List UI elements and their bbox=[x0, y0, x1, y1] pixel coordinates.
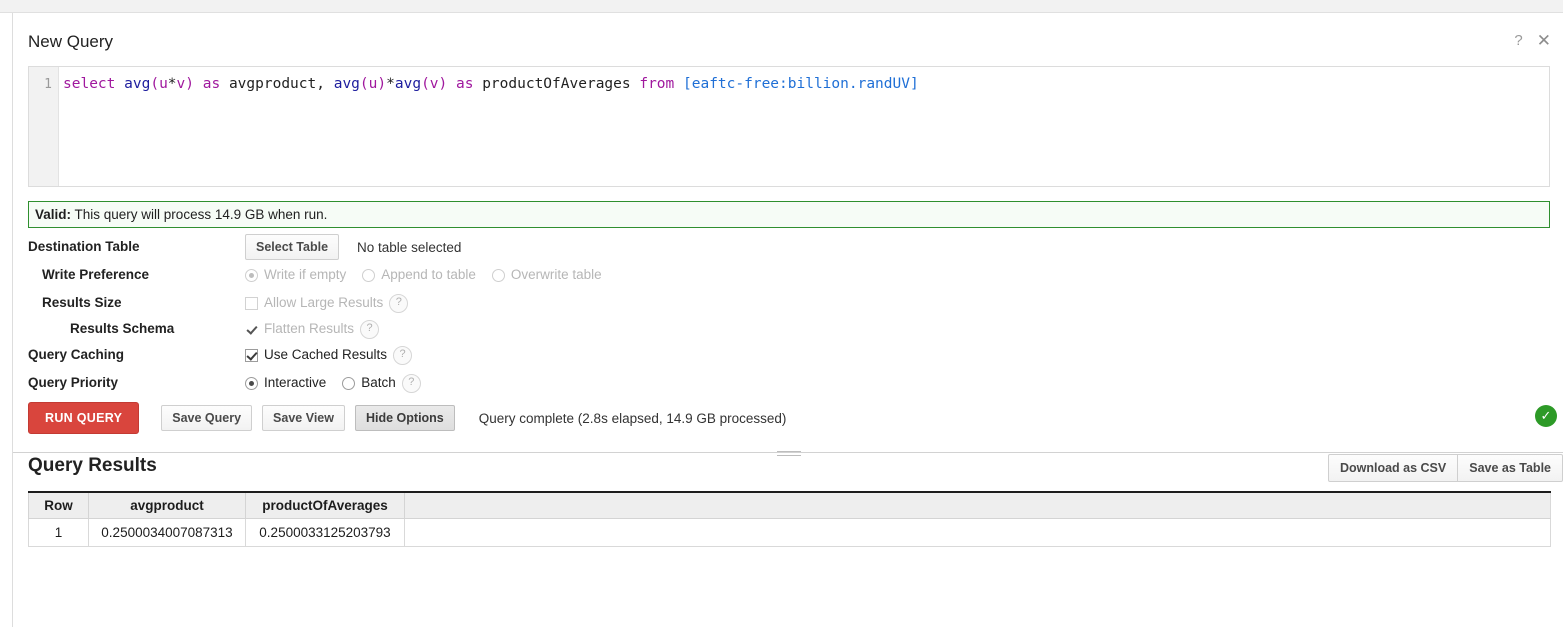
checkbox-use-cached-results[interactable]: Use Cached Results bbox=[245, 347, 387, 363]
validation-message: This query will process 14.9 GB when run… bbox=[74, 207, 328, 222]
close-icon[interactable]: ✕ bbox=[1537, 32, 1551, 49]
download-as-csv-button[interactable]: Download as CSV bbox=[1327, 454, 1459, 482]
controls-query-caching: Use Cached Results ? bbox=[245, 341, 413, 369]
radio-label-batch: Batch bbox=[361, 375, 396, 390]
run-query-button[interactable]: RUN QUERY bbox=[28, 402, 140, 434]
radio-label-overwrite-table: Overwrite table bbox=[510, 267, 602, 282]
label-results-size: Results Size bbox=[42, 295, 122, 310]
query-panel: New Query ? ✕ 1 select avg(u*v) as avgpr… bbox=[13, 13, 1563, 627]
help-icon[interactable]: ? bbox=[1514, 33, 1522, 48]
row-write-preference: Write Preference Write if empty Append t… bbox=[13, 261, 1563, 289]
query-editor[interactable]: 1 select avg(u*v) as avgproduct, avg(u)*… bbox=[28, 66, 1550, 187]
checkbox-label-use-cached-results: Use Cached Results bbox=[264, 347, 388, 362]
page-title: New Query bbox=[28, 32, 114, 51]
controls-write-preference: Write if empty Append to table Overwrite… bbox=[245, 261, 618, 289]
help-icon-query-caching[interactable]: ? bbox=[393, 345, 413, 365]
checkbox-icon-use-cached-results[interactable] bbox=[245, 348, 258, 362]
controls-results-schema: Flatten Results ? bbox=[245, 315, 380, 343]
sql-code-line[interactable]: select avg(u*v) as avgproduct, avg(u)*av… bbox=[59, 67, 1549, 186]
query-status-text: Query complete (2.8s elapsed, 14.9 GB pr… bbox=[478, 410, 787, 426]
column-header-filler bbox=[404, 491, 1551, 519]
row-query-priority: Query Priority Interactive Batch ? bbox=[13, 369, 1563, 397]
row-results-size: Results Size Allow Large Results ? bbox=[13, 289, 1563, 317]
save-query-button[interactable]: Save Query bbox=[161, 405, 253, 431]
action-bar: RUN QUERY Save Query Save View Hide Opti… bbox=[28, 402, 1550, 434]
row-results-schema: Results Schema Flatten Results ? bbox=[13, 315, 1563, 343]
help-icon-results-schema[interactable]: ? bbox=[360, 319, 380, 339]
table-header-row: Row avgproduct productOfAverages bbox=[28, 491, 1551, 519]
checkbox-label-allow-large-results: Allow Large Results bbox=[264, 295, 384, 310]
cell-filler bbox=[404, 518, 1551, 547]
radio-icon-append-to-table bbox=[362, 268, 376, 282]
radio-label-append-to-table: Append to table bbox=[381, 267, 476, 282]
hide-options-button[interactable]: Hide Options bbox=[354, 405, 455, 431]
results-table: Row avgproduct productOfAverages 1 0.250… bbox=[28, 491, 1551, 547]
radio-batch[interactable]: Batch bbox=[342, 375, 396, 391]
radio-write-if-empty: Write if empty bbox=[245, 267, 346, 283]
splitter-grip-handle[interactable] bbox=[777, 448, 801, 457]
column-header-avgproduct[interactable]: avgproduct bbox=[88, 491, 246, 519]
help-icon-results-size[interactable]: ? bbox=[389, 293, 409, 313]
radio-icon-interactive[interactable] bbox=[245, 376, 258, 390]
radio-icon-overwrite-table bbox=[491, 268, 505, 282]
results-title: Query Results bbox=[28, 455, 157, 476]
table-row: 1 0.2500034007087313 0.2500033125203793 bbox=[28, 518, 1551, 547]
radio-overwrite-table: Overwrite table bbox=[491, 267, 602, 283]
controls-destination-table: Select Table No table selected bbox=[245, 233, 461, 261]
column-header-productofaverages[interactable]: productOfAverages bbox=[245, 491, 405, 519]
radio-icon-write-if-empty bbox=[245, 268, 258, 282]
radio-append-to-table: Append to table bbox=[362, 267, 476, 283]
left-rail bbox=[0, 13, 13, 627]
panel-header: New Query ? ✕ bbox=[13, 13, 1563, 55]
window-top-strip bbox=[0, 0, 1563, 13]
label-query-priority: Query Priority bbox=[28, 375, 119, 390]
header-icons: ? ✕ bbox=[1514, 32, 1551, 49]
checkbox-icon-flatten-results bbox=[245, 323, 258, 336]
results-action-buttons: Download as CSV Save as Table bbox=[1327, 454, 1563, 482]
cell-avgproduct: 0.2500034007087313 bbox=[88, 518, 246, 547]
editor-gutter: 1 bbox=[29, 67, 59, 186]
destination-table-value: No table selected bbox=[357, 239, 462, 255]
checkbox-icon-allow-large-results bbox=[245, 296, 258, 310]
label-write-preference: Write Preference bbox=[42, 267, 150, 282]
checkbox-flatten-results: Flatten Results bbox=[245, 321, 354, 337]
row-query-caching: Query Caching Use Cached Results ? bbox=[13, 341, 1563, 369]
row-destination-table: Destination Table Select Table No table … bbox=[13, 233, 1563, 261]
select-table-button[interactable]: Select Table bbox=[245, 234, 340, 260]
label-results-schema: Results Schema bbox=[70, 321, 175, 336]
status-badge: ✓ bbox=[1535, 405, 1557, 427]
radio-icon-batch[interactable] bbox=[342, 376, 356, 390]
checkbox-label-flatten-results: Flatten Results bbox=[264, 321, 355, 336]
query-validation-bar: Valid: This query will process 14.9 GB w… bbox=[28, 201, 1550, 228]
controls-results-size: Allow Large Results ? bbox=[245, 289, 409, 317]
radio-label-interactive: Interactive bbox=[264, 375, 327, 390]
column-header-row[interactable]: Row bbox=[28, 491, 89, 519]
radio-label-write-if-empty: Write if empty bbox=[264, 267, 347, 282]
radio-interactive[interactable]: Interactive bbox=[245, 375, 326, 391]
controls-query-priority: Interactive Batch ? bbox=[245, 369, 421, 397]
cell-productofaverages: 0.2500033125203793 bbox=[245, 518, 405, 547]
label-destination-table: Destination Table bbox=[28, 239, 140, 254]
label-query-caching: Query Caching bbox=[28, 347, 125, 362]
save-view-button[interactable]: Save View bbox=[262, 405, 345, 431]
save-as-table-button[interactable]: Save as Table bbox=[1458, 454, 1563, 482]
checkbox-allow-large-results: Allow Large Results bbox=[245, 295, 383, 311]
validation-label: Valid: bbox=[35, 207, 72, 222]
help-icon-query-priority[interactable]: ? bbox=[401, 373, 421, 393]
cell-row-number: 1 bbox=[28, 518, 89, 547]
